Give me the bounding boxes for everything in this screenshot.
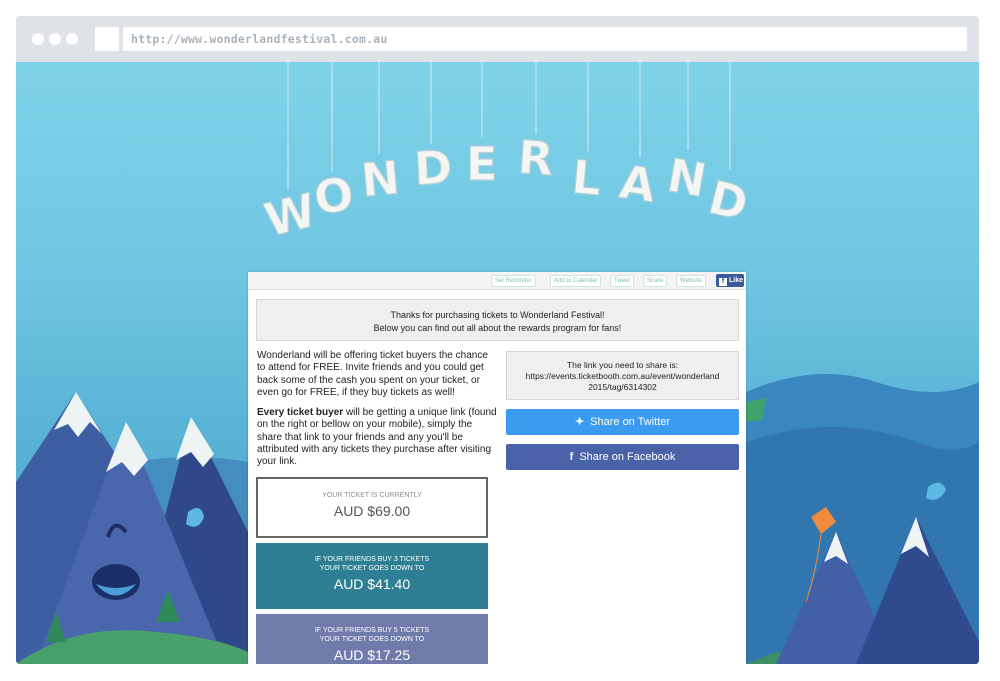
website-button[interactable]: Website [676, 275, 706, 287]
banner-letter-l: L [570, 150, 604, 206]
add-to-calendar-button[interactable]: Add to Calendar [550, 275, 602, 287]
banner-letter-d2: D [703, 170, 753, 232]
facebook-icon: f [719, 278, 727, 286]
tier-5-amount: AUD $17.25 [333, 647, 411, 663]
twitter-bird-icon: ✦ [574, 416, 585, 428]
banner-letter-o: O [311, 166, 357, 225]
tweet-button[interactable]: Tweet [610, 275, 635, 287]
tier-3-label-1: IF YOUR FRIENDS BUY 3 TICKETS [314, 556, 430, 563]
address-bar[interactable]: http://www.wonderlandfestival.com.au [123, 27, 967, 51]
set-reminder-button[interactable]: Set Reminder [491, 275, 536, 287]
window-dot-maximize[interactable] [66, 33, 78, 45]
share-on-twitter-button[interactable]: ✦ Share on Twitter [506, 409, 739, 435]
share-link-url-1[interactable]: https://events.ticketbooth.com.au/event/… [507, 371, 738, 382]
rewards-panel: Set Reminder Add to Calendar Tweet Share… [248, 272, 746, 664]
share-on-facebook-button[interactable]: f Share on Facebook [506, 444, 739, 470]
window-dot-minimize[interactable] [49, 33, 61, 45]
share-button[interactable]: Share [643, 275, 668, 287]
page-viewport: W O N D E R L A N D Set Reminder Add to … [16, 62, 979, 664]
current-price-label: YOUR TICKET IS CURRENTLY [322, 492, 422, 499]
tier-3-amount: AUD $41.40 [333, 576, 411, 592]
banner-letter-d: D [413, 140, 454, 196]
banner-letter-n2: N [663, 148, 710, 208]
tab-box[interactable] [95, 27, 119, 51]
banner-letter-e: E [466, 137, 497, 191]
banner-letter-w: W [259, 183, 321, 248]
program-description: Wonderland will be offering ticket buyer… [257, 350, 497, 477]
thanks-line1: Thanks for purchasing tickets to Wonderl… [390, 310, 605, 320]
thanks-notice: Thanks for purchasing tickets to Wonderl… [256, 299, 739, 341]
tier-5-label-2: YOUR TICKET GOES DOWN TO [319, 636, 425, 643]
description-bold: Every ticket buyer [257, 407, 344, 419]
current-price-amount: AUD $69.00 [333, 503, 411, 519]
tier-3-price-card: IF YOUR FRIENDS BUY 3 TICKETS YOUR TICKE… [256, 543, 488, 609]
banner-letter-n: N [359, 150, 402, 207]
thanks-line2: Below you can find out all about the rew… [373, 323, 622, 333]
browser-window: http://www.wonderlandfestival.com.au W O [16, 16, 979, 664]
share-link-box: The link you need to share is: https://e… [506, 351, 739, 400]
description-paragraph-1: Wonderland will be offering ticket buyer… [257, 350, 488, 398]
browser-chrome: http://www.wonderlandfestival.com.au [16, 16, 979, 62]
description-paragraph-2: Every ticket buyer will be getting a uni… [257, 407, 497, 468]
event-toolbar: Set Reminder Add to Calendar Tweet Share… [248, 272, 746, 290]
current-price-card: YOUR TICKET IS CURRENTLY AUD $69.00 [256, 477, 488, 538]
share-link-url-2[interactable]: 2015/tag/6314302 [507, 382, 738, 393]
tier-5-price-card: IF YOUR FRIENDS BUY 5 TICKETS YOUR TICKE… [256, 614, 488, 664]
banner-letter-r: R [516, 130, 555, 186]
facebook-button-label: Share on Facebook [579, 451, 676, 463]
banner-letter-a: A [616, 154, 659, 212]
tier-5-label-1: IF YOUR FRIENDS BUY 5 TICKETS [314, 627, 430, 634]
facebook-f-icon: f [569, 451, 574, 463]
window-dot-close[interactable] [32, 33, 44, 45]
facebook-like-button[interactable]: f Like [716, 274, 744, 287]
twitter-button-label: Share on Twitter [590, 416, 671, 428]
tier-3-label-2: YOUR TICKET GOES DOWN TO [319, 565, 425, 572]
like-label: Like [729, 277, 744, 284]
share-link-heading: The link you need to share is: [566, 360, 679, 370]
